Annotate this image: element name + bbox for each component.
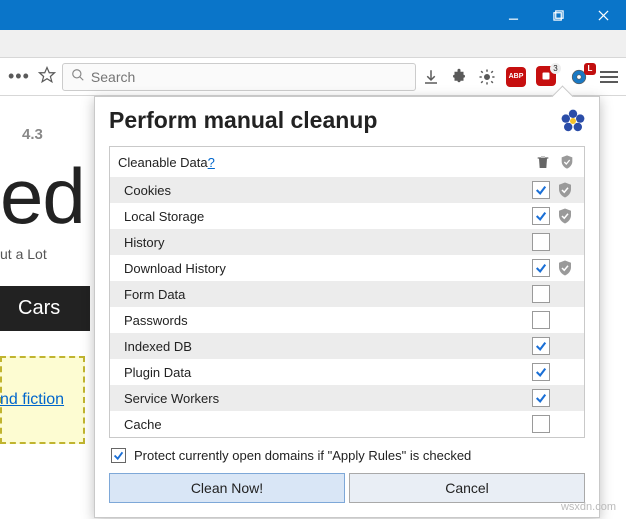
popup-title: Perform manual cleanup [109,107,377,134]
cleanable-row-shield-icon [554,259,576,277]
cleanable-row-checkbox[interactable] [532,285,550,303]
cleanable-row-label: Form Data [124,287,532,302]
extension-badge-count: 3 [550,63,561,74]
window-titlebar [0,0,626,30]
cleanable-row-local-storage: Local Storage [110,203,584,229]
cleanable-data-help-link[interactable]: ? [208,155,215,170]
cleanable-row-label: Local Storage [124,209,532,224]
cancel-button[interactable]: Cancel [349,473,585,503]
protect-open-domains-label: Protect currently open domains if "Apply… [134,448,471,463]
cleanable-row-service-workers: Service Workers [110,385,584,411]
cleanable-row-plugin-data: Plugin Data [110,359,584,385]
cleanable-data-label: Cleanable Data [118,155,208,170]
cleanable-row-cache: Cache [110,411,584,437]
header-trash-icon [534,153,552,171]
tab-strip [0,30,626,58]
cleanable-row-label: Cache [124,417,532,432]
search-box[interactable] [62,63,416,91]
page-actions-overflow-icon[interactable]: ••• [8,66,30,87]
cleanable-row-label: History [124,235,532,250]
bookmark-star-icon[interactable] [38,66,56,87]
bg-link-fragment[interactable]: nd fiction [0,391,64,409]
search-icon [71,68,85,85]
downloads-icon[interactable] [422,68,440,86]
cleanable-row-checkbox[interactable] [532,259,550,277]
search-input[interactable] [91,69,407,85]
bg-nav-cars-label: Cars [18,297,60,320]
bg-heading-fragment: ed [0,151,85,242]
cleanable-row-shield-icon [554,181,576,199]
extensions-puzzle-icon[interactable] [450,68,468,86]
header-shield-icon [558,153,576,171]
cleanable-row-checkbox[interactable] [532,207,550,225]
cleanable-row-passwords: Passwords [110,307,584,333]
cleanable-data-header: Cleanable Data? [110,147,584,177]
clean-now-button[interactable]: Clean Now! [109,473,345,503]
protect-open-domains-checkbox[interactable] [111,448,126,463]
cleanable-row-shield-icon [554,207,576,225]
cleanable-row-download-history: Download History [110,255,584,281]
window-close-button[interactable] [581,0,626,30]
cleanup-popup: Perform manual cleanup Cleanable Data? C… [94,96,600,518]
window-minimize-button[interactable] [491,0,536,30]
cleanable-row-checkbox[interactable] [532,389,550,407]
forget-me-not-badge: L [584,63,596,75]
bg-nav-cars[interactable]: Cars P [0,286,90,331]
cleanable-data-box: Cleanable Data? Cookies Local Storage Hist… [109,146,585,438]
cleanable-row-checkbox[interactable] [532,415,550,433]
watermark: wsxdn.com [561,501,616,513]
cleanable-row-checkbox[interactable] [532,337,550,355]
cleanable-row-label: Indexed DB [124,339,532,354]
app-menu-icon[interactable] [600,71,618,83]
cleanable-row-label: Cookies [124,183,532,198]
cleanable-row-checkbox[interactable] [532,311,550,329]
window-maximize-button[interactable] [536,0,581,30]
cleanable-row-label: Passwords [124,313,532,328]
settings-gear-icon[interactable] [478,68,496,86]
cleanable-row-indexed-db: Indexed DB [110,333,584,359]
bg-rating: 4.3 [22,126,43,143]
protect-open-domains-row[interactable]: Protect currently open domains if "Apply… [109,438,585,473]
cleanable-row-history: History [110,229,584,255]
cleanable-row-label: Download History [124,261,532,276]
cleanable-row-label: Plugin Data [124,365,532,380]
cleanable-row-checkbox[interactable] [532,363,550,381]
extension-red-badge-icon[interactable]: 3 [536,66,558,88]
adblock-plus-icon[interactable]: ABP [506,67,526,87]
browser-toolbar: ••• ABP 3 L [0,58,626,96]
bg-subtext-fragment: ut a Lot [0,246,47,262]
cleanable-row-form-data: Form Data [110,281,584,307]
forget-me-not-gear-icon[interactable]: L [568,66,590,88]
cleanable-row-checkbox[interactable] [532,233,550,251]
cleanable-row-cookies: Cookies [110,177,584,203]
cleanable-row-checkbox[interactable] [532,181,550,199]
forget-me-not-flower-icon [561,109,585,133]
page-content: 4.3 ed ut a Lot Cars P nd fiction Perfor… [0,96,626,519]
cleanable-row-label: Service Workers [124,391,532,406]
